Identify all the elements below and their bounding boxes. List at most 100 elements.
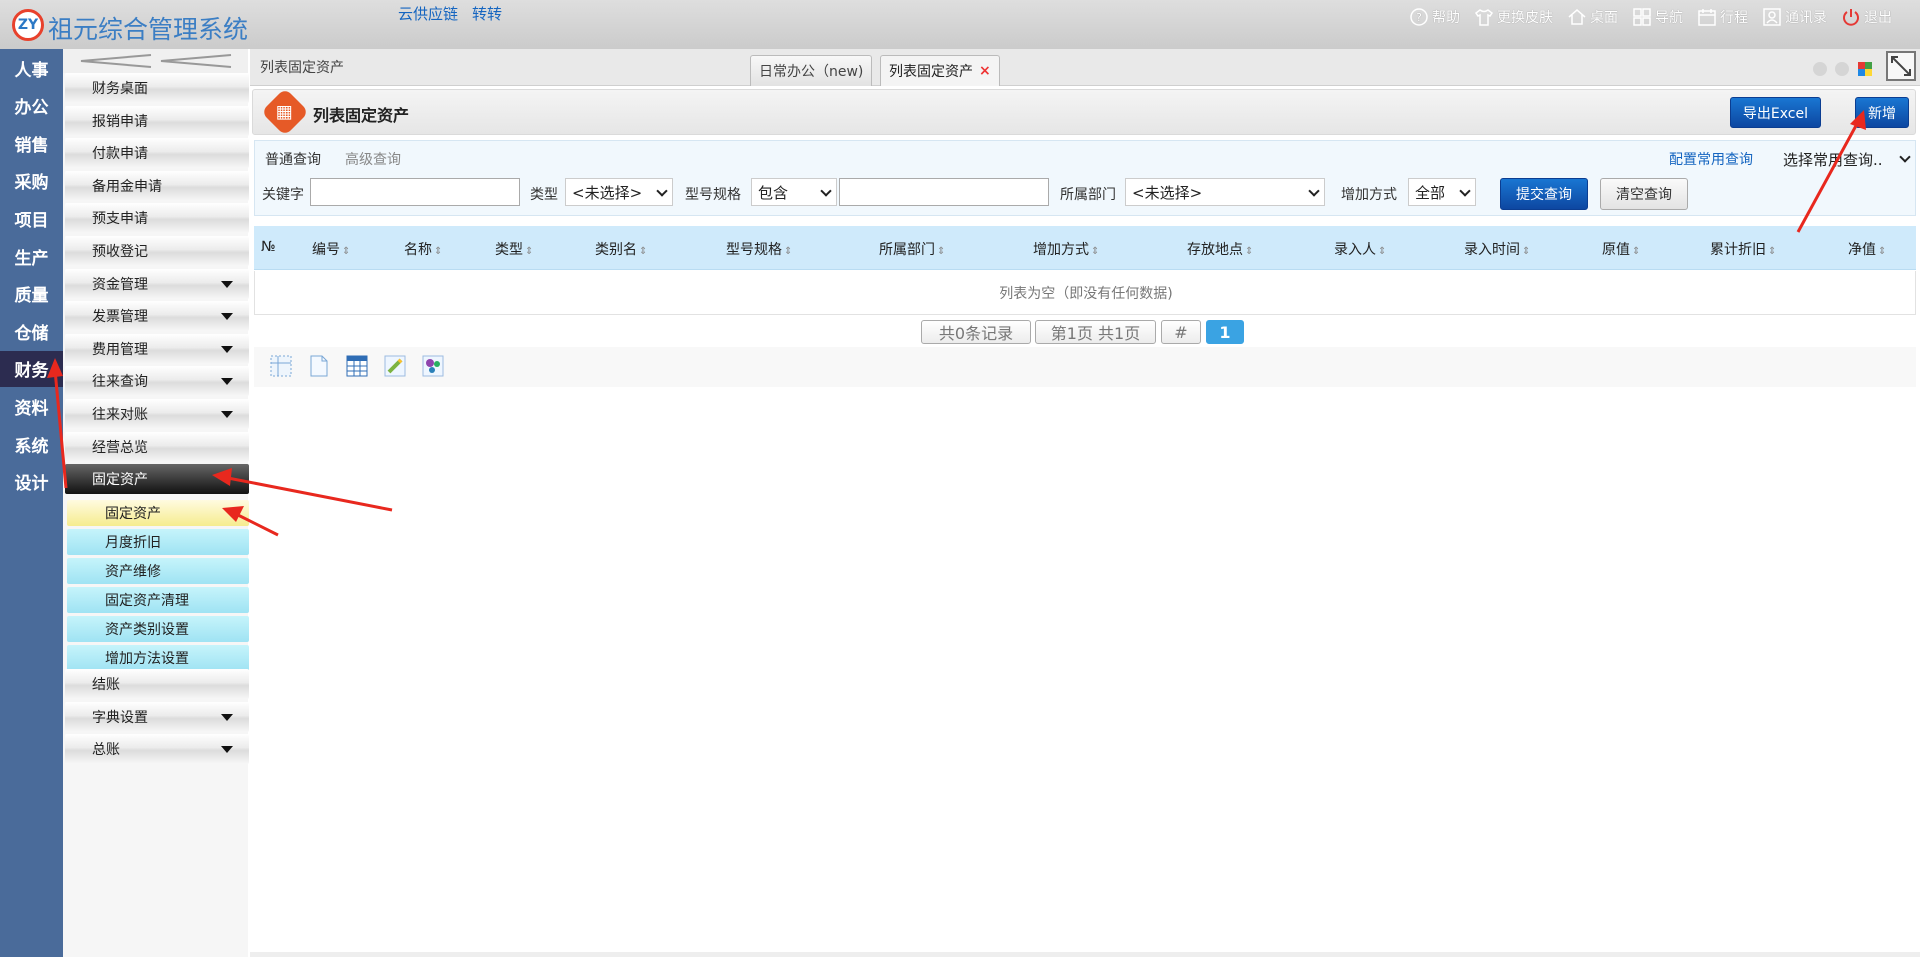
keyword-input[interactable] — [310, 178, 520, 206]
column-header-13[interactable]: 净值 ⇕ — [1848, 239, 1886, 259]
table-grid-icon[interactable] — [346, 355, 368, 377]
menu-item-after-0[interactable]: 结账 — [65, 669, 249, 699]
menu-item-10[interactable]: 往来对账 — [65, 399, 249, 429]
header-item-power[interactable]: 退出 — [1841, 7, 1892, 27]
header-item-shirt[interactable]: 更换皮肤 — [1474, 7, 1553, 27]
menu-item-11[interactable]: 经营总览 — [65, 431, 249, 462]
column-header-8[interactable]: 存放地点 ⇕ — [1187, 239, 1253, 259]
column-header-4[interactable]: 类别名 ⇕ — [595, 239, 647, 259]
column-settings-icon[interactable] — [270, 355, 292, 377]
column-header-11[interactable]: 原值 ⇕ — [1602, 239, 1640, 259]
add-new-button[interactable]: 新增 — [1855, 97, 1909, 128]
menu-item-1[interactable]: 报销申请 — [65, 105, 249, 136]
sort-icon: ⇕ — [342, 246, 351, 257]
category-5[interactable]: 生产 — [0, 238, 63, 274]
home-icon — [1567, 7, 1587, 27]
category-8[interactable]: 财务 — [0, 350, 63, 387]
column-header-1[interactable]: 编号 ⇕ — [312, 239, 350, 259]
category-6[interactable]: 质量 — [0, 276, 63, 312]
tab-advanced-query[interactable]: 高级查询 — [345, 149, 401, 169]
column-header-3[interactable]: 类型 ⇕ — [495, 239, 533, 259]
tab-daily-office[interactable]: 日常办公（new) — [750, 55, 873, 86]
collapse-sidebar-button[interactable] — [63, 49, 248, 73]
category-9[interactable]: 资料 — [0, 388, 63, 424]
close-icon[interactable]: × — [979, 63, 991, 79]
column-header-7[interactable]: 增加方式 ⇕ — [1033, 239, 1099, 259]
pager-page-1[interactable]: 1 — [1206, 320, 1244, 344]
help-icon: ? — [1409, 7, 1429, 27]
menu-item-3[interactable]: 备用金申请 — [65, 170, 249, 201]
type-select[interactable]: <未选择> — [565, 178, 673, 206]
chevron-down-icon — [1308, 185, 1320, 197]
category-3[interactable]: 采购 — [0, 163, 63, 199]
puzzle-icon[interactable] — [422, 355, 444, 377]
menu-item-7[interactable]: 发票管理 — [65, 301, 249, 332]
menu-item-6[interactable]: 资金管理 — [65, 268, 249, 299]
spec-input[interactable] — [839, 178, 1049, 206]
column-header-5[interactable]: 型号规格 ⇕ — [726, 239, 792, 259]
document-icon[interactable] — [308, 355, 330, 377]
submenu-child-5[interactable]: 增加方法设置 — [67, 645, 249, 671]
spec-mode-select[interactable]: 包含 — [751, 178, 837, 206]
menu-item-8[interactable]: 费用管理 — [65, 333, 249, 364]
scroll-right-icon[interactable] — [1835, 62, 1849, 76]
sort-icon: ⇕ — [434, 246, 443, 257]
color-grid-icon[interactable] — [1858, 62, 1872, 76]
menu-item-2[interactable]: 付款申请 — [65, 138, 249, 169]
header-item-contact[interactable]: 通讯录 — [1762, 7, 1827, 27]
category-10[interactable]: 系统 — [0, 426, 63, 462]
fullscreen-button[interactable] — [1886, 51, 1916, 81]
submenu-child-0[interactable]: 固定资产 — [67, 500, 249, 526]
arrow-to-fixed-asset-menu — [227, 476, 393, 512]
tab-simple-query[interactable]: 普通查询 — [265, 149, 321, 169]
saved-query-select[interactable]: 选择常用查询.. — [1777, 145, 1915, 173]
header-item-grid[interactable]: 导航 — [1632, 7, 1683, 27]
sort-icon: ⇕ — [639, 246, 648, 257]
category-7[interactable]: 仓储 — [0, 313, 63, 349]
header-item-calendar[interactable]: 行程 — [1697, 7, 1748, 27]
menu-item-12[interactable]: 固定资产 — [65, 464, 249, 495]
clear-query-button[interactable]: 清空查询 — [1600, 178, 1688, 210]
submit-query-button[interactable]: 提交查询 — [1500, 178, 1588, 210]
department-select[interactable]: <未选择> — [1125, 178, 1325, 206]
pager-jump-button[interactable]: # — [1161, 320, 1201, 344]
link-zhuanzhuan[interactable]: 转转 — [472, 3, 502, 24]
spec-label: 型号规格 — [685, 187, 741, 203]
scroll-left-icon[interactable] — [1813, 62, 1827, 76]
category-4[interactable]: 项目 — [0, 200, 63, 236]
category-0[interactable]: 人事 — [0, 50, 63, 86]
caret-down-icon — [221, 411, 233, 418]
export-excel-button[interactable]: 导出Excel — [1729, 97, 1821, 128]
category-2[interactable]: 销售 — [0, 125, 63, 161]
caret-down-icon — [221, 378, 233, 386]
header-item-help[interactable]: ? 帮助 — [1409, 7, 1460, 27]
column-header-10[interactable]: 录入时间 ⇕ — [1464, 239, 1530, 259]
submenu-child-3[interactable]: 固定资产清理 — [67, 587, 249, 613]
category-11[interactable]: 设计 — [0, 464, 63, 500]
submenu-child-2[interactable]: 资产维修 — [67, 558, 249, 584]
submenu-child-4[interactable]: 资产类别设置 — [67, 616, 249, 642]
tab-fixed-asset-list[interactable]: 列表固定资产 × — [880, 55, 1000, 86]
sort-icon: ⇕ — [784, 246, 793, 257]
category-1[interactable]: 办公 — [0, 88, 63, 124]
menu-item-4[interactable]: 预支申请 — [65, 203, 249, 234]
column-header-6[interactable]: 所属部门 ⇕ — [879, 239, 945, 259]
column-header-9[interactable]: 录入人 ⇕ — [1334, 239, 1386, 259]
link-cloud-supply-chain[interactable]: 云供应链 — [398, 3, 458, 24]
top-header: ZY 祖元综合管理系统 云供应链 转转 ? 帮助 更换皮肤 桌面 导航 行程 通讯录 退出 — [0, 0, 1920, 49]
menu-item-after-1[interactable]: 字典设置 — [65, 701, 249, 732]
edit-icon[interactable] — [384, 355, 406, 377]
column-header-12[interactable]: 累计折旧 ⇕ — [1710, 239, 1776, 259]
shirt-icon — [1474, 7, 1494, 27]
config-saved-query-link[interactable]: 配置常用查询 — [1669, 149, 1753, 169]
menu-item-5[interactable]: 预收登记 — [65, 236, 249, 266]
sort-icon: ⇕ — [525, 246, 534, 257]
submenu-child-1[interactable]: 月度折旧 — [67, 529, 249, 555]
add-method-select[interactable]: 全部 — [1408, 178, 1476, 206]
chevron-down-icon — [656, 185, 668, 197]
menu-item-0[interactable]: 财务桌面 — [65, 73, 249, 103]
menu-item-after-2[interactable]: 总账 — [65, 734, 249, 765]
menu-item-9[interactable]: 往来查询 — [65, 366, 249, 397]
column-header-2[interactable]: 名称 ⇕ — [404, 239, 442, 259]
header-item-home[interactable]: 桌面 — [1567, 7, 1618, 27]
